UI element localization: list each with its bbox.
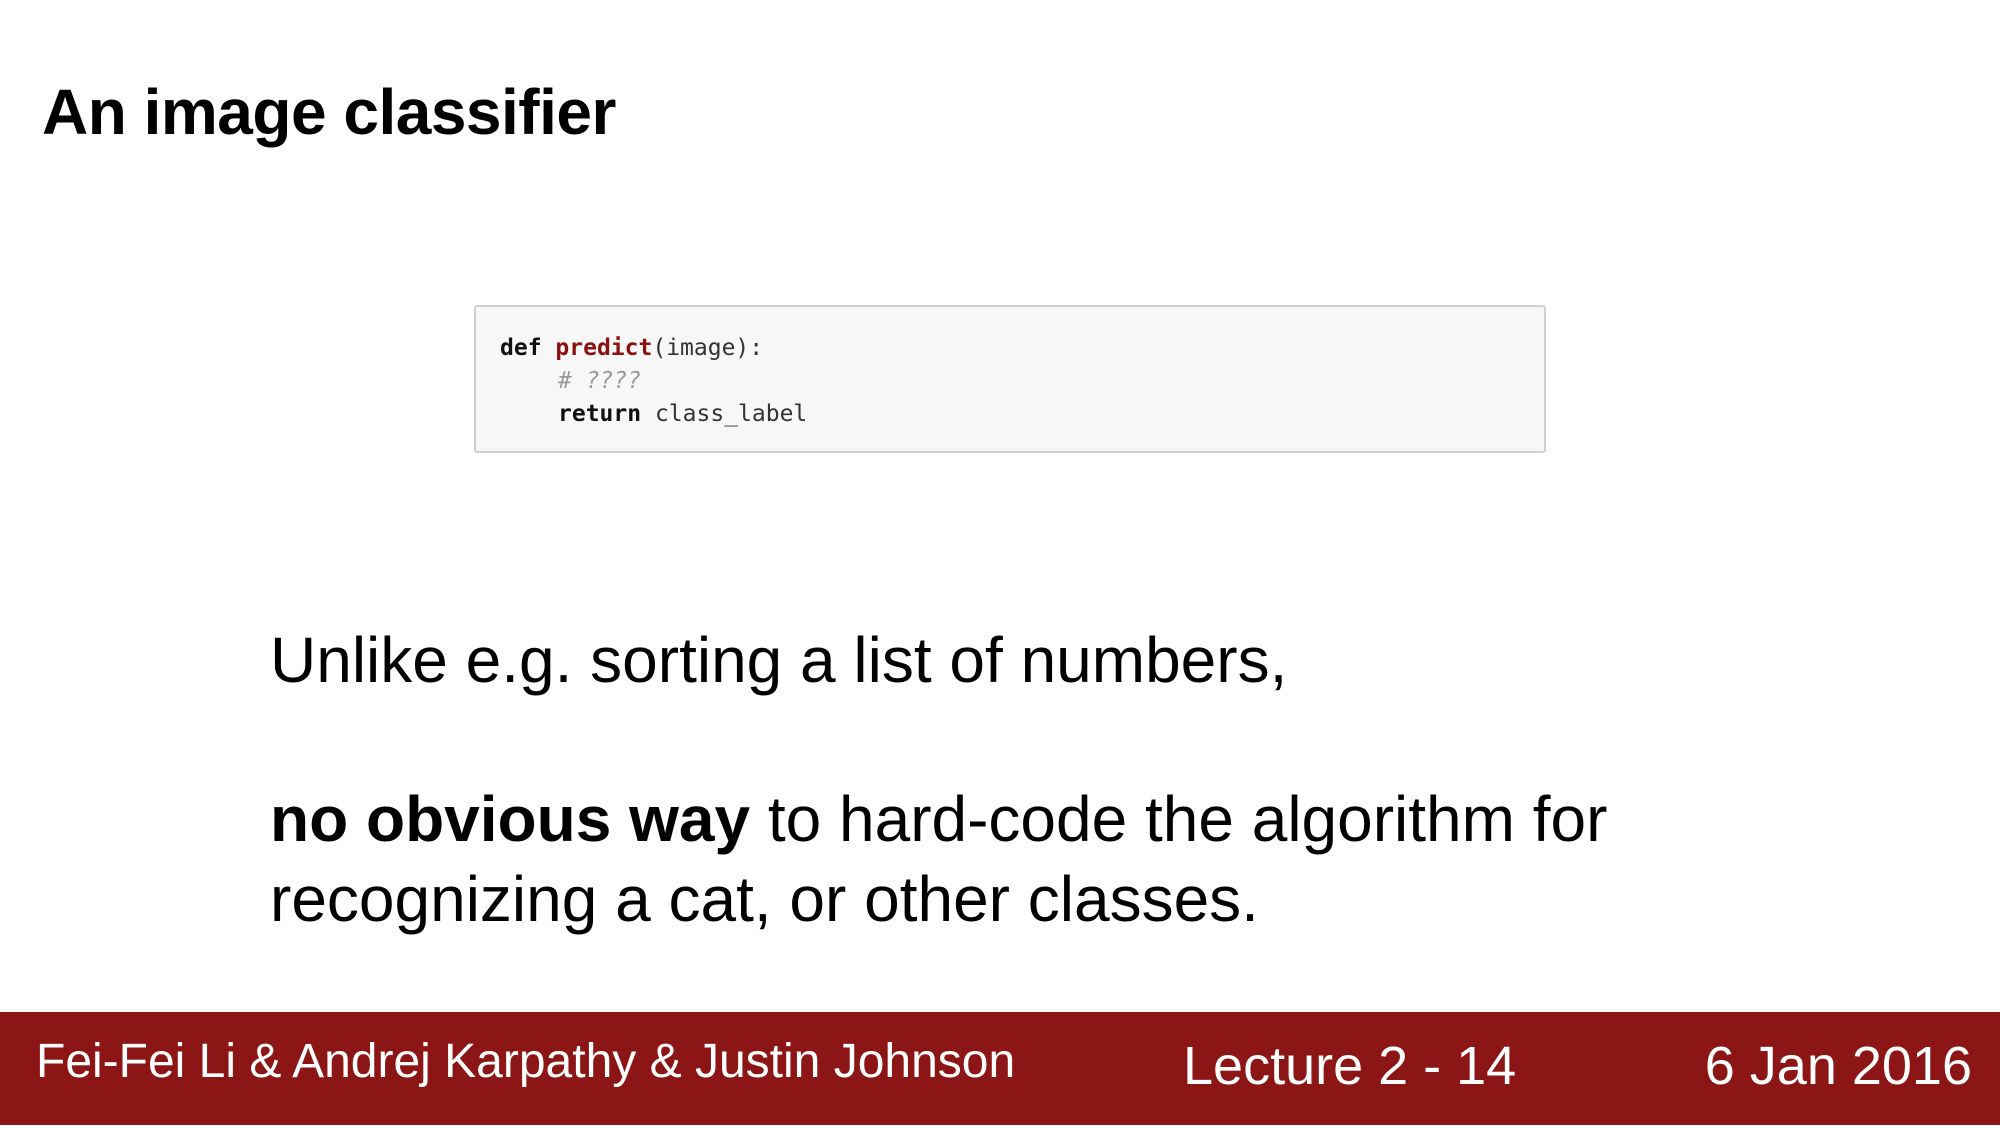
body-line-1: Unlike e.g. sorting a list of numbers, bbox=[270, 624, 1288, 696]
code-line-comment: # ???? bbox=[558, 366, 641, 396]
body-line-2: no obvious way to hard-code the algorith… bbox=[270, 779, 1607, 859]
code-keyword-return: return bbox=[558, 401, 642, 427]
footer-date: 6 Jan 2016 bbox=[1704, 1036, 1972, 1096]
footer-lecture-number: Lecture 2 - 14 bbox=[1183, 1036, 1517, 1096]
code-function-name: predict bbox=[555, 335, 653, 361]
code-block: def predict(image): # ???? return class_… bbox=[474, 305, 1546, 453]
code-keyword-def: def bbox=[500, 335, 542, 361]
footer-bar: Fei-Fei Li & Andrej Karpathy & Justin Jo… bbox=[0, 1012, 2000, 1125]
code-return-value: class_label bbox=[654, 401, 808, 427]
body-emphasis: no obvious way bbox=[270, 783, 751, 855]
body-line-2-rest: to hard-code the algorithm for bbox=[750, 783, 1608, 855]
code-line-def: def predict(image): bbox=[500, 333, 763, 363]
slide-title: An image classifier bbox=[42, 76, 616, 148]
footer-authors: Fei-Fei Li & Andrej Karpathy & Justin Jo… bbox=[36, 1035, 1016, 1088]
code-comment: # ???? bbox=[558, 368, 642, 394]
code-signature: (image): bbox=[652, 335, 764, 361]
code-line-return: return class_label bbox=[558, 399, 807, 429]
body-line-3: recognizing a cat, or other classes. bbox=[270, 863, 1259, 935]
